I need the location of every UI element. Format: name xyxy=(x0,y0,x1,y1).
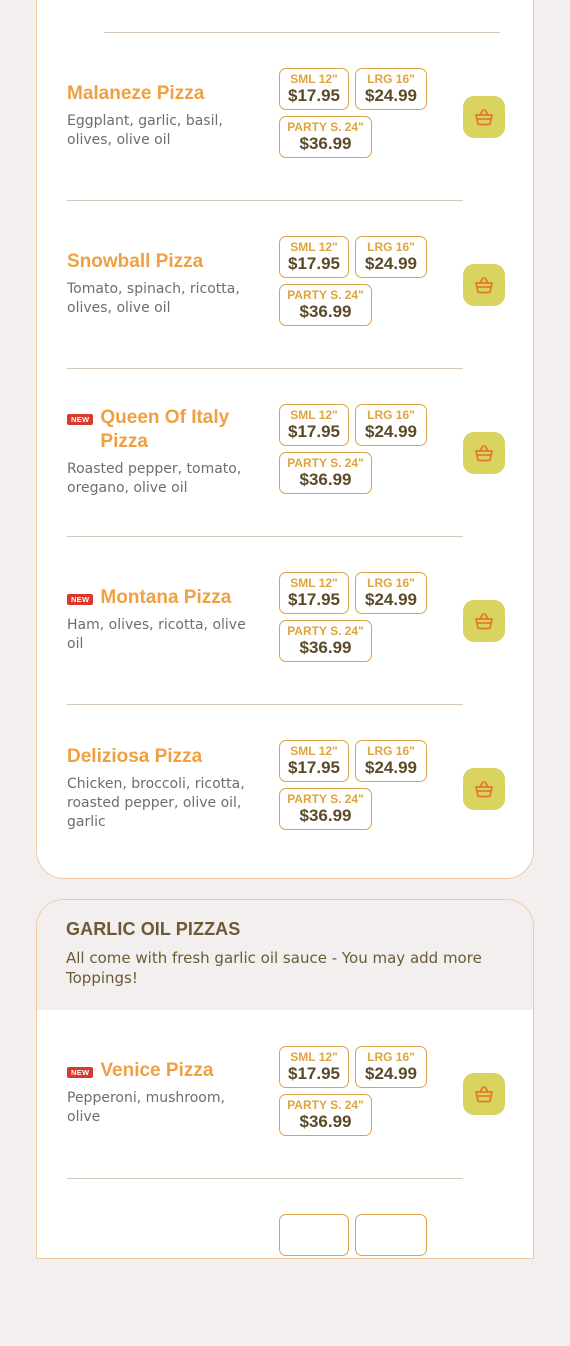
price-option-small[interactable]: SML 12" $17.95 xyxy=(279,68,349,110)
price-value: $17.95 xyxy=(288,1064,340,1083)
item-description: Ham, olives, ricotta, olive oil xyxy=(67,617,246,652)
price-option-large[interactable]: LRG 16" $24.99 xyxy=(355,68,427,110)
price-value: $36.99 xyxy=(299,638,352,657)
new-badge: NEW xyxy=(67,1067,94,1078)
add-to-cart-button[interactable] xyxy=(463,768,505,810)
item-name: Malaneze Pizza xyxy=(67,83,205,104)
item-description: Roasted pepper, tomato, oregano, olive o… xyxy=(67,461,242,496)
item-name: Deliziosa Pizza xyxy=(67,746,203,767)
price-value: $17.95 xyxy=(288,590,340,609)
price-option-small[interactable]: SML 12" $17.95 xyxy=(279,572,349,614)
size-label: PARTY S. 24" xyxy=(287,624,364,638)
size-label: LRG 16" xyxy=(367,240,415,254)
price-value: $36.99 xyxy=(299,302,352,321)
price-option-party[interactable]: PARTY S. 24" $36.99 xyxy=(279,1094,372,1136)
size-label: SML 12" xyxy=(290,1050,338,1064)
basket-icon xyxy=(475,444,493,461)
section-header: GARLIC OIL PIZZAS All come with fresh ga… xyxy=(37,900,533,1010)
item-name: Montana Pizza xyxy=(100,587,232,608)
price-value: $36.99 xyxy=(299,470,352,489)
size-label: LRG 16" xyxy=(367,1050,415,1064)
add-to-cart-button[interactable] xyxy=(463,96,505,138)
price-option-large[interactable]: LRG 16" $24.99 xyxy=(355,236,427,278)
price-value: $36.99 xyxy=(299,134,352,153)
price-option-large[interactable]: LRG 16" $24.99 xyxy=(355,740,427,782)
new-badge: NEW xyxy=(67,594,94,605)
item-title-row: NEW Venice Pizza xyxy=(67,1059,257,1083)
price-option-small[interactable]: SML 12" $17.95 xyxy=(279,236,349,278)
new-badge: NEW xyxy=(67,414,94,425)
item-name: Venice Pizza xyxy=(100,1060,214,1081)
item-title-row: NEW Montana Pizza xyxy=(67,586,257,610)
price-option-party[interactable]: PARTY S. 24" $36.99 xyxy=(279,788,372,830)
item-name: Queen Of Italy Pizza xyxy=(100,407,230,452)
menu-item-deliziosa-pizza: Deliziosa Pizza Chicken, broccoli, ricot… xyxy=(0,704,570,872)
item-description: Chicken, broccoli, ricotta, roasted pepp… xyxy=(67,776,245,830)
price-value: $17.95 xyxy=(288,86,340,105)
price-value: $24.99 xyxy=(365,758,417,777)
price-option-small[interactable]: SML 12" $17.95 xyxy=(279,1046,349,1088)
menu-item-next-partial xyxy=(0,1178,570,1346)
size-label: PARTY S. 24" xyxy=(287,792,364,806)
size-label: SML 12" xyxy=(290,576,338,590)
price-option-large[interactable]: LRG 16" $24.99 xyxy=(355,1046,427,1088)
price-option-small[interactable] xyxy=(279,1214,349,1256)
price-value: $24.99 xyxy=(365,86,417,105)
price-option-small[interactable]: SML 12" $17.95 xyxy=(279,404,349,446)
item-title-row: Snowball Pizza xyxy=(67,250,257,274)
size-label: LRG 16" xyxy=(367,576,415,590)
menu-item-malaneze-pizza: Malaneze Pizza Eggplant, garlic, basil, … xyxy=(0,32,570,201)
menu-item-venice-pizza: NEW Venice Pizza Pepperoni, mushroom, ol… xyxy=(0,1010,570,1179)
section-description: All come with fresh garlic oil sauce - Y… xyxy=(66,949,482,987)
add-to-cart-button[interactable] xyxy=(463,432,505,474)
price-value: $24.99 xyxy=(365,254,417,273)
price-value: $36.99 xyxy=(299,1112,352,1131)
menu-item-queen-of-italy-pizza: NEW Queen Of Italy Pizza Roasted pepper,… xyxy=(0,368,570,537)
item-description: Tomato, spinach, ricotta, olives, olive … xyxy=(67,281,240,316)
price-value: $24.99 xyxy=(365,1064,417,1083)
basket-icon xyxy=(475,612,493,629)
price-option-party[interactable]: PARTY S. 24" $36.99 xyxy=(279,620,372,662)
size-label: SML 12" xyxy=(290,240,338,254)
item-title-row: Deliziosa Pizza xyxy=(67,745,257,769)
add-to-cart-button[interactable] xyxy=(463,600,505,642)
size-label: LRG 16" xyxy=(367,744,415,758)
add-to-cart-button[interactable] xyxy=(463,264,505,306)
size-label: SML 12" xyxy=(290,408,338,422)
item-description: Pepperoni, mushroom, olive xyxy=(67,1090,225,1125)
menu-item-snowball-pizza: Snowball Pizza Tomato, spinach, ricotta,… xyxy=(0,200,570,369)
add-to-cart-button[interactable] xyxy=(463,1073,505,1115)
item-description: Eggplant, garlic, basil, olives, olive o… xyxy=(67,113,223,148)
item-title-row: Malaneze Pizza xyxy=(67,82,257,106)
item-title-row: NEW Queen Of Italy Pizza xyxy=(67,406,257,454)
price-option-large[interactable] xyxy=(355,1214,427,1256)
size-label: SML 12" xyxy=(290,72,338,86)
price-value: $24.99 xyxy=(365,590,417,609)
size-label: PARTY S. 24" xyxy=(287,1098,364,1112)
price-value: $17.95 xyxy=(288,422,340,441)
price-option-large[interactable]: LRG 16" $24.99 xyxy=(355,404,427,446)
price-option-party[interactable]: PARTY S. 24" $36.99 xyxy=(279,284,372,326)
size-label: PARTY S. 24" xyxy=(287,120,364,134)
price-value: $36.99 xyxy=(299,806,352,825)
basket-icon xyxy=(475,108,493,125)
size-label: LRG 16" xyxy=(367,408,415,422)
price-option-party[interactable]: PARTY S. 24" $36.99 xyxy=(279,116,372,158)
size-label: PARTY S. 24" xyxy=(287,288,364,302)
size-label: LRG 16" xyxy=(367,72,415,86)
section-title: GARLIC OIL PIZZAS xyxy=(66,919,241,939)
menu-item-montana-pizza: NEW Montana Pizza Ham, olives, ricotta, … xyxy=(0,536,570,705)
basket-icon xyxy=(475,1085,493,1102)
price-value: $17.95 xyxy=(288,758,340,777)
price-value: $17.95 xyxy=(288,254,340,273)
price-value: $24.99 xyxy=(365,422,417,441)
price-option-party[interactable]: PARTY S. 24" $36.99 xyxy=(279,452,372,494)
item-name: Snowball Pizza xyxy=(67,251,204,272)
size-label: SML 12" xyxy=(290,744,338,758)
basket-icon xyxy=(475,780,493,797)
basket-icon xyxy=(475,276,493,293)
price-option-large[interactable]: LRG 16" $24.99 xyxy=(355,572,427,614)
price-option-small[interactable]: SML 12" $17.95 xyxy=(279,740,349,782)
size-label: PARTY S. 24" xyxy=(287,456,364,470)
